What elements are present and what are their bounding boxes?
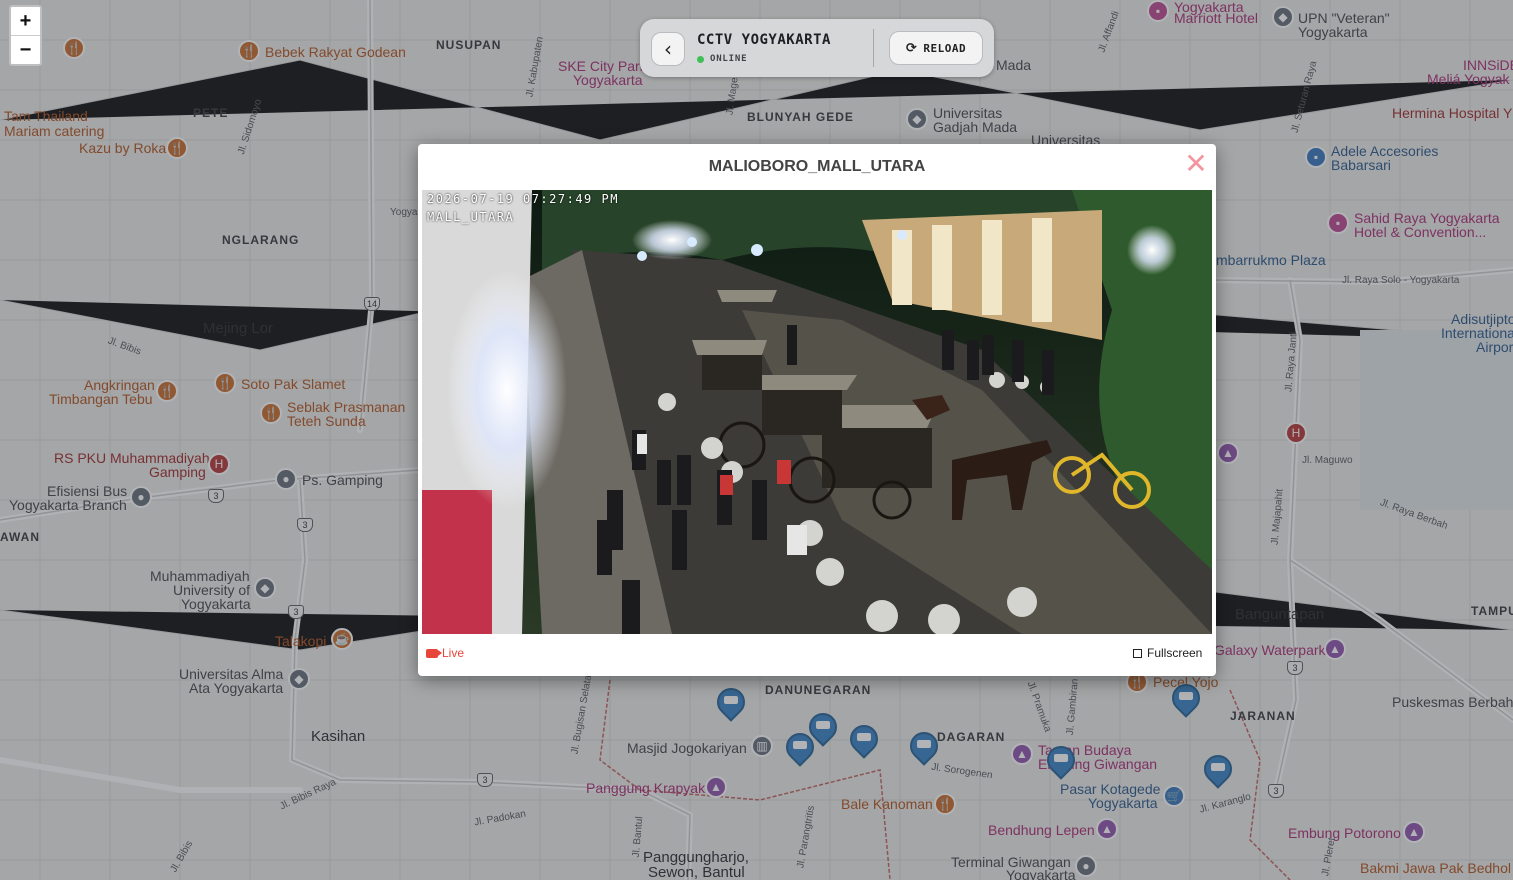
- zoom-out-button[interactable]: −: [11, 35, 40, 64]
- live-indicator: Live: [426, 646, 464, 660]
- refresh-icon: ⟳: [905, 40, 918, 56]
- status-text: ONLINE: [710, 54, 748, 64]
- fullscreen-label: Fullscreen: [1147, 646, 1203, 660]
- video-camera-label: MALL_UTARA: [427, 210, 515, 224]
- video-player[interactable]: 2026-07-19 07:27:49 PM MALL_UTARA: [422, 190, 1212, 634]
- cctv-modal: MALIOBORO_MALL_UTARA ✕ 2026-07-19 07:27:…: [418, 144, 1216, 676]
- header-bar: ‹ CCTV YOGYAKARTA ONLINE ⟳ RELOAD: [640, 19, 994, 77]
- close-button[interactable]: ✕: [1182, 150, 1210, 178]
- reload-label: RELOAD: [923, 41, 967, 55]
- reload-button[interactable]: ⟳ RELOAD: [889, 31, 983, 65]
- zoom-control: + −: [9, 5, 42, 66]
- chevron-left-icon: ‹: [664, 37, 672, 61]
- video-frame: [422, 190, 1212, 634]
- video-camera-icon: [426, 648, 442, 658]
- video-timestamp: 2026-07-19 07:27:49 PM: [427, 192, 619, 206]
- modal-title: MALIOBORO_MALL_UTARA: [708, 158, 926, 175]
- fullscreen-button[interactable]: Fullscreen: [1133, 646, 1202, 660]
- back-button[interactable]: ‹: [651, 32, 685, 66]
- online-dot-icon: [697, 55, 704, 63]
- status-indicator: ONLINE: [697, 54, 747, 64]
- divider: [873, 29, 874, 67]
- app-title: CCTV YOGYAKARTA: [697, 32, 831, 48]
- expand-icon: [1133, 648, 1142, 658]
- live-label: Live: [442, 646, 465, 660]
- zoom-in-button[interactable]: +: [11, 7, 40, 35]
